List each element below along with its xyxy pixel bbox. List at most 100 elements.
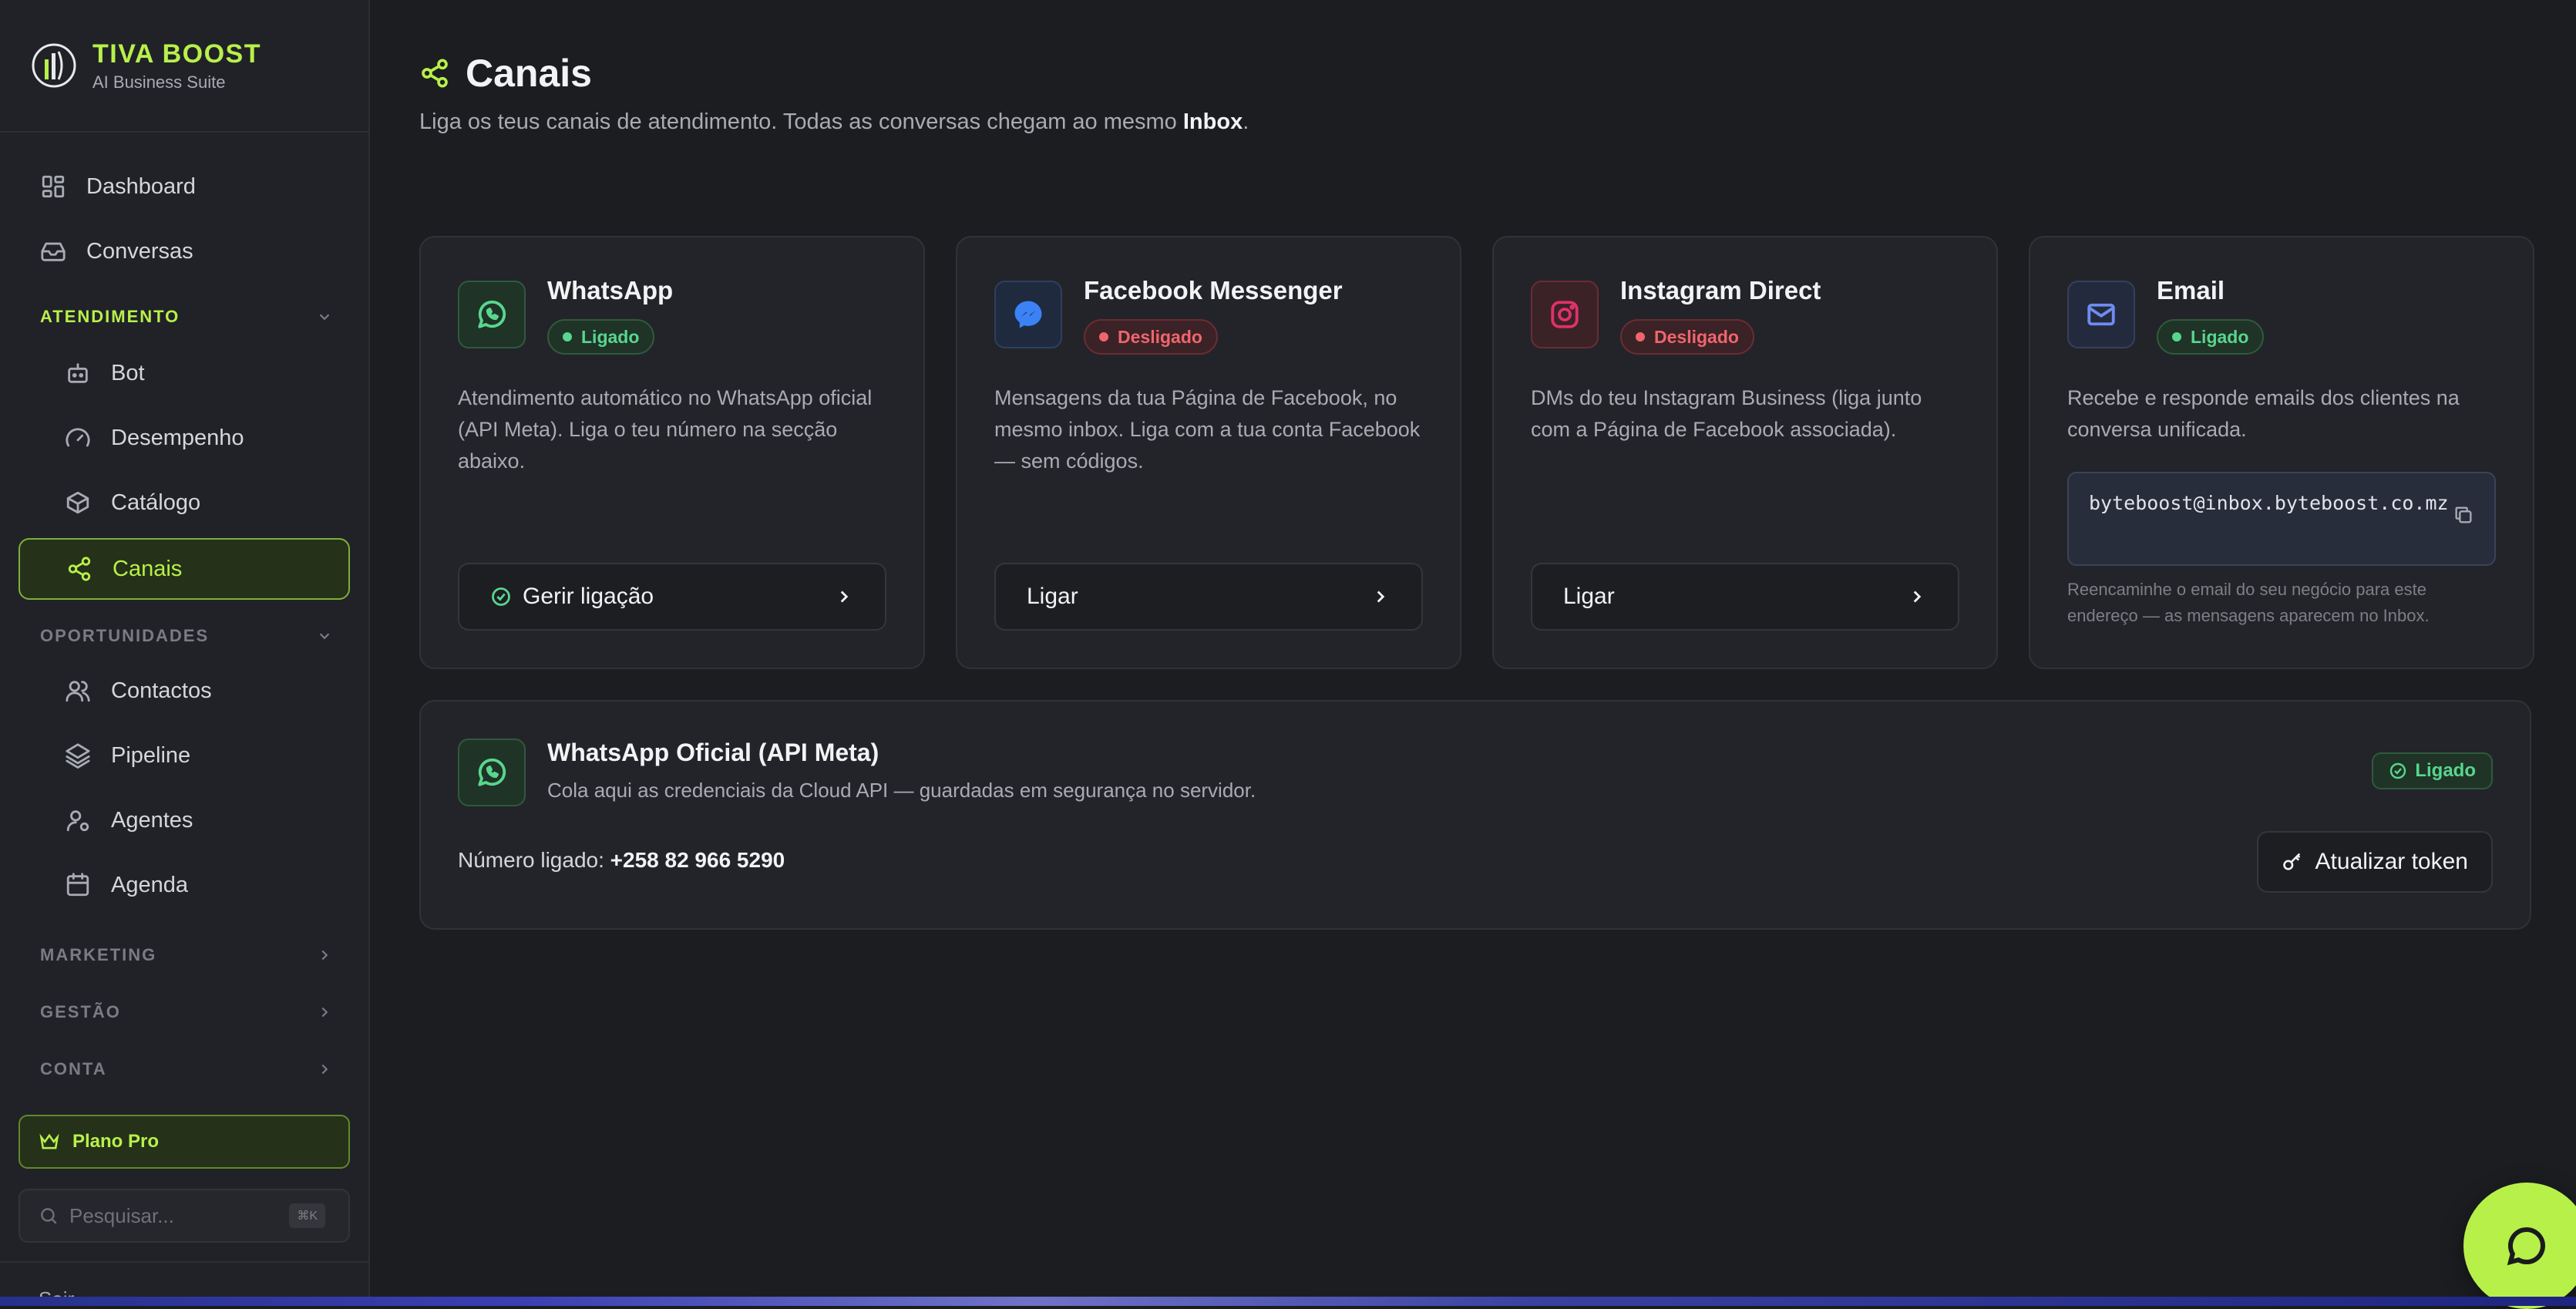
share-icon — [68, 557, 91, 581]
status-text: Ligado — [2191, 326, 2249, 347]
button-label: Atualizar token — [2315, 849, 2468, 874]
whatsapp-api-card: WhatsApp Oficial (API Meta) Cola aqui as… — [419, 700, 2531, 930]
brand-name: TIVA BOOST — [92, 39, 261, 69]
sidebar-item-catalogo[interactable]: Catálogo — [18, 472, 350, 533]
channel-description: Recebe e responde emails dos clientes na… — [2067, 386, 2460, 441]
status-text: Ligado — [2415, 760, 2476, 781]
brand-tagline: AI Business Suite — [92, 72, 226, 92]
page-title-text: Canais — [466, 52, 592, 95]
channel-name: WhatsApp — [547, 276, 674, 305]
inbox-icon — [41, 242, 66, 261]
channel-description: Mensagens da tua Página de Facebook, no … — [994, 386, 1421, 473]
section-conta[interactable]: CONTA — [40, 1059, 333, 1079]
sidebar-item-agenda[interactable]: Agenda — [18, 854, 350, 916]
channel-name: Facebook Messenger — [1084, 276, 1343, 305]
sidebar-item-label: Agentes — [111, 807, 193, 833]
package-icon — [66, 491, 89, 514]
chevron-right-icon — [1913, 591, 1922, 603]
manage-connection-button[interactable]: Gerir ligação — [458, 563, 886, 631]
instagram-icon — [1531, 281, 1599, 348]
sidebar-item-agentes[interactable]: Agentes — [18, 789, 350, 851]
sidebar-item-dashboard[interactable]: Dashboard — [18, 156, 350, 217]
sidebar-item-desempenho[interactable]: Desempenho — [18, 407, 350, 469]
channel-description: DMs do teu Instagram Business (liga junt… — [1531, 386, 1922, 441]
status-text: Ligado — [581, 326, 640, 347]
section-label: MARKETING — [40, 945, 157, 964]
chevron-right-icon — [321, 1064, 328, 1075]
update-token-button[interactable]: Atualizar token — [2256, 831, 2493, 893]
chat-fab-circle[interactable] — [2463, 1183, 2576, 1309]
button-label: Ligar — [1563, 584, 1615, 609]
sidebar-item-label: Pipeline — [111, 742, 191, 768]
status-badge: Ligado — [2372, 752, 2493, 789]
sidebar-item-canais[interactable]: Canais — [18, 538, 350, 600]
sidebar-item-contactos[interactable]: Contactos — [18, 660, 350, 722]
brand-logo-icon — [32, 43, 76, 88]
page-title: Canais — [419, 51, 1249, 96]
search-input[interactable]: Pesquisar... ⌘K — [18, 1189, 350, 1243]
channel-description: Atendimento automático no WhatsApp ofici… — [458, 386, 873, 473]
button-label: Ligar — [1027, 584, 1078, 609]
section-gestao[interactable]: GESTÃO — [40, 1002, 333, 1022]
calendar-icon — [66, 873, 89, 897]
plan-badge[interactable]: Plano Pro — [18, 1115, 350, 1169]
sidebar-divider — [0, 1261, 368, 1263]
section-label: ATENDIMENTO — [40, 307, 180, 326]
number-value: +258 82 966 5290 — [610, 848, 785, 872]
status-badge: Ligado — [2157, 319, 2265, 355]
section-atendimento[interactable]: ATENDIMENTO — [40, 307, 333, 327]
share-icon — [422, 59, 448, 88]
brand[interactable]: TIVA BOOST AI Business Suite — [0, 0, 368, 133]
copy-icon[interactable] — [2453, 504, 2474, 526]
status-text: Desligado — [1654, 326, 1739, 347]
section-label: OPORTUNIDADES — [40, 626, 210, 645]
section-oportunidades[interactable]: OPORTUNIDADES — [40, 626, 333, 646]
status-badge: Desligado — [1084, 319, 1218, 355]
sidebar-item-pipeline[interactable]: Pipeline — [18, 725, 350, 786]
email-address-field[interactable]: byteboost@inbox.byteboost.co.mz — [2067, 472, 2496, 566]
section-marketing[interactable]: MARKETING — [40, 945, 333, 965]
connected-number: Número ligado: +258 82 966 5290 — [458, 848, 785, 873]
layers-icon — [66, 743, 90, 769]
bot-icon — [68, 363, 88, 383]
sidebar-item-sair[interactable]: Sair — [39, 1287, 74, 1297]
sidebar-item-conversas[interactable]: Conversas — [18, 220, 350, 282]
search-placeholder: Pesquisar... — [69, 1203, 174, 1227]
sidebar-item-label: Agenda — [111, 872, 188, 897]
button-label: Gerir ligação — [523, 584, 654, 609]
sidebar-item-label: Dashboard — [86, 173, 196, 199]
main-content: Canais Liga os teus canais de atendiment… — [419, 51, 2534, 930]
subtitle-bold: Inbox — [1182, 109, 1243, 134]
chat-bubble-icon — [2507, 1227, 2546, 1266]
channel-card-messenger: Facebook Messenger Desligado Mensagens d… — [956, 236, 1461, 669]
page-subtitle: Liga os teus canais de atendimento. Toda… — [419, 109, 1249, 135]
subtitle-suffix: . — [1243, 109, 1249, 134]
gauge-icon — [66, 428, 90, 447]
chevron-right-icon — [840, 591, 849, 603]
sidebar-item-bot[interactable]: Bot — [18, 342, 350, 404]
chevron-down-icon — [319, 633, 330, 640]
status-badge: Desligado — [1620, 319, 1754, 355]
connect-button[interactable]: Ligar — [1531, 563, 1959, 631]
chevron-down-icon — [319, 314, 330, 321]
status-badge: Ligado — [547, 319, 655, 355]
sidebar-item-label: Conversas — [86, 238, 193, 264]
channel-card-email: Email Ligado Recebe e responde emails do… — [2029, 236, 2534, 669]
channel-name: Instagram Direct — [1620, 276, 1821, 305]
plan-label: Plano Pro — [72, 1131, 160, 1152]
sidebar: TIVA BOOST AI Business Suite Dashboard C… — [0, 0, 370, 1297]
chevron-right-icon — [321, 950, 328, 961]
chat-fab-button[interactable] — [2463, 1183, 2576, 1309]
channel-card-instagram: Instagram Direct Desligado DMs do teu In… — [1492, 236, 1998, 669]
mail-icon — [2067, 281, 2135, 348]
connect-button[interactable]: Ligar — [994, 563, 1423, 631]
dashboard-icon — [42, 175, 65, 198]
users-icon — [66, 681, 90, 702]
email-note: Reencaminhe o email do seu negócio para … — [2067, 580, 2430, 625]
chevron-right-icon — [321, 1007, 328, 1018]
search-shortcut: ⌘K — [289, 1203, 325, 1228]
section-label: GESTÃO — [40, 1002, 121, 1021]
chevron-right-icon — [1377, 591, 1385, 603]
sidebar-item-label: Bot — [111, 360, 145, 385]
sidebar-item-label: Canais — [113, 556, 183, 581]
